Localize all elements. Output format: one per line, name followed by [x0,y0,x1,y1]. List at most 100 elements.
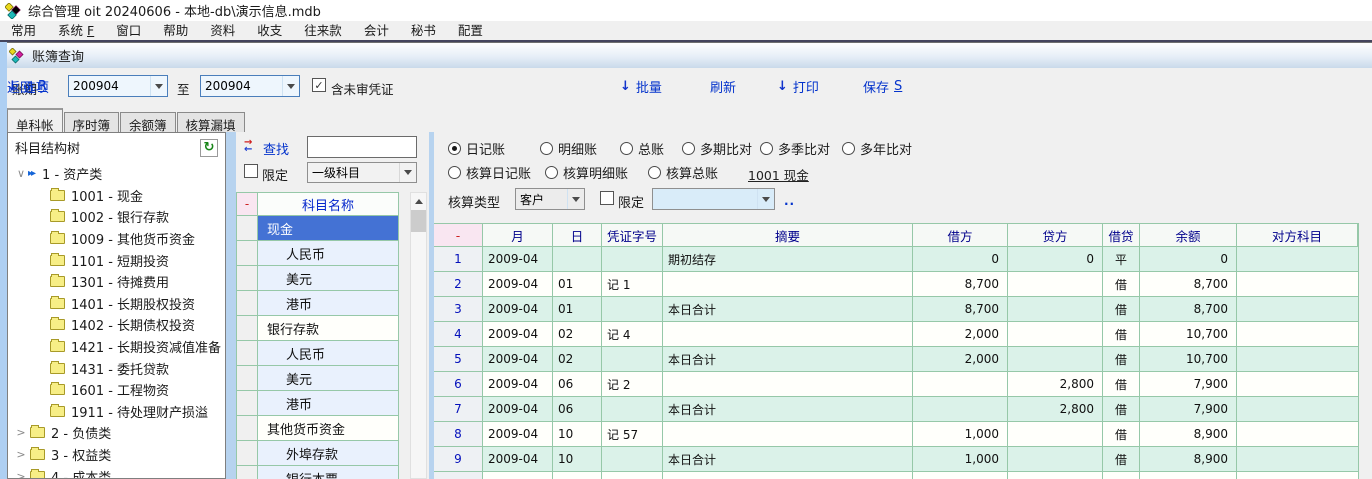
table-row[interactable]: 3 2009-04 01 本日合计 8,700 借 8,700 [434,297,1358,322]
toolbar-button[interactable]: ↓刷新 [710,77,741,96]
swap-arrows-icon[interactable]: →← [244,139,252,153]
find-input[interactable] [307,136,417,158]
ledger-limit-checkbox[interactable] [600,191,614,205]
tree-item[interactable]: ▸▸ 1002 - 银行存款 [8,206,225,228]
ledger-column-header[interactable]: 贷方 [1008,224,1103,247]
menu-item[interactable]: 帮助 [152,21,199,40]
chevron-right-icon[interactable]: > [14,426,28,439]
chevron-right-icon[interactable]: > [14,470,28,479]
subject-list-scrollbar[interactable] [410,192,427,479]
chevron-down-icon[interactable] [282,76,299,96]
tree-item[interactable]: ▸▸ 1301 - 待摊费用 [8,271,225,293]
toolbar-button[interactable]: ↓保存S [863,77,902,96]
subject-row[interactable]: 美元 [237,266,398,291]
menu-item[interactable]: 配置 [447,21,494,40]
subject-row[interactable]: 银行本票 [237,466,398,479]
tab[interactable]: 序时簿 [64,112,120,132]
view-mode-radio[interactable]: 明细账 [540,139,597,158]
chevron-down-icon[interactable] [567,189,584,209]
tree-item[interactable]: ▸▸ 1421 - 长期投资减值准备 [8,336,225,358]
ledger-column-header[interactable]: 对方科目 [1237,224,1358,247]
tab[interactable]: 余额簿 [120,112,176,132]
view-mode-radio[interactable]: 核算明细账 [545,163,628,182]
subject-list-collapse-header[interactable]: - [237,193,258,216]
current-subject-link[interactable]: 1001 现金 [748,165,809,184]
tab[interactable]: 单科帐 [7,108,63,132]
chevron-down-icon[interactable]: ∨ [14,167,28,180]
subject-row[interactable]: 人民币 [237,341,398,366]
menu-item[interactable]: 系统F [47,21,105,40]
tree-item[interactable]: > ▸▸ 3 - 权益类 [8,444,225,466]
period-to-combobox[interactable]: 200904 [200,75,300,97]
ledger-column-header[interactable]: 借贷 [1103,224,1140,247]
ledger-column-header[interactable]: 凭证字号 [602,224,663,247]
subject-row[interactable]: 美元 [237,366,398,391]
ledger-limit-combobox[interactable] [652,188,775,210]
menu-item[interactable]: 秘书 [400,21,447,40]
ledger-column-header[interactable]: - [434,224,483,247]
menu-item[interactable]: 收支 [246,21,293,40]
menu-item[interactable]: 窗口 [105,21,152,40]
subject-row[interactable]: 人民币 [237,241,398,266]
subject-row[interactable]: 港币 [237,391,398,416]
subject-row[interactable]: 其他货币资金 [237,416,398,441]
limit-checkbox[interactable] [244,164,258,178]
subject-row[interactable]: 现金 [237,216,398,241]
view-mode-radio[interactable]: 总账 [620,139,664,158]
period-from-combobox[interactable]: 200904 [68,75,168,97]
tree-item[interactable]: ▸▸ 1402 - 长期债权投资 [8,314,225,336]
ledger-column-header[interactable]: 余额 [1140,224,1237,247]
subject-name-header[interactable]: 科目名称 [258,193,398,216]
include-unaudited-checkbox[interactable]: ✓ [312,78,326,92]
refresh-icon[interactable]: ↻ [200,139,218,157]
view-mode-radio[interactable]: 多年比对 [842,139,912,158]
scroll-up-icon[interactable] [411,193,426,210]
accounting-type-combobox[interactable]: 客户 [515,188,585,210]
subject-row[interactable]: 外埠存款 [237,441,398,466]
tree-item[interactable]: ∨ ▸▸ 1 - 资产类 [8,163,225,185]
table-row[interactable]: 1 2009-04 期初结存 0 0 平 0 [434,247,1358,272]
view-mode-radio[interactable]: 日记账 [448,139,505,158]
tab[interactable]: 核算漏填 [177,112,245,132]
more-dots-button[interactable]: .. [784,194,795,208]
ledger-column-header[interactable]: 日 [553,224,602,247]
toolbar-button[interactable]: ↓返回R [7,77,47,96]
table-row[interactable]: 9 2009-04 10 本日合计 1,000 借 8,900 [434,447,1358,472]
menu-item[interactable]: 常用 [0,21,47,40]
view-mode-radio[interactable]: 核算总账 [648,163,718,182]
table-row[interactable]: 6 2009-04 06 记 2 2,800 借 7,900 [434,372,1358,397]
ledger-column-header[interactable]: 摘要 [663,224,913,247]
ledger-column-header[interactable]: 借方 [913,224,1008,247]
view-mode-radio[interactable]: 多期比对 [682,139,752,158]
tree-item[interactable]: ▸▸ 1101 - 短期投资 [8,249,225,271]
tree-item[interactable]: > ▸▸ 4 - 成本类 [8,465,225,479]
scrollbar-thumb[interactable] [411,210,426,232]
tree-item[interactable]: > ▸▸ 2 - 负债类 [8,422,225,444]
ledger-column-header[interactable]: 月 [483,224,553,247]
tree-item[interactable]: ▸▸ 1431 - 委托贷款 [8,357,225,379]
subject-row[interactable]: 港币 [237,291,398,316]
tree-item[interactable]: ▸▸ 1009 - 其他货币资金 [8,228,225,250]
chevron-down-icon[interactable] [150,76,167,96]
chevron-right-icon[interactable]: > [14,448,28,461]
table-row[interactable]: 2 2009-04 01 记 1 8,700 借 8,700 [434,272,1358,297]
tree-item[interactable]: ▸▸ 1601 - 工程物资 [8,379,225,401]
menu-item[interactable]: 往来款 [293,21,353,40]
view-mode-radio[interactable]: 多季比对 [760,139,830,158]
toolbar-button[interactable]: ↓批量 [620,77,667,96]
subject-row[interactable]: 银行存款 [237,316,398,341]
subject-level-combobox[interactable]: 一级科目 [307,162,417,183]
table-row[interactable]: 7 2009-04 06 本日合计 2,800 借 7,900 [434,397,1358,422]
chevron-down-icon[interactable] [757,189,774,209]
toolbar-button[interactable]: ↓打印 [777,77,824,96]
menu-item[interactable]: 资料 [199,21,246,40]
view-mode-radio[interactable]: 核算日记账 [448,163,531,182]
table-row[interactable]: 4 2009-04 02 记 4 2,000 借 10,700 [434,322,1358,347]
table-row[interactable]: 5 2009-04 02 本日合计 2,000 借 10,700 [434,347,1358,372]
tree-item[interactable]: ▸▸ 1911 - 待处理财产损溢 [8,401,225,423]
tree-item[interactable]: ▸▸ 1401 - 长期股权投资 [8,293,225,315]
chevron-down-icon[interactable] [399,163,416,182]
tree-item[interactable]: ▸▸ 1001 - 现金 [8,185,225,207]
menu-item[interactable]: 会计 [353,21,400,40]
table-row[interactable]: 8 2009-04 10 记 57 1,000 借 8,900 [434,422,1358,447]
